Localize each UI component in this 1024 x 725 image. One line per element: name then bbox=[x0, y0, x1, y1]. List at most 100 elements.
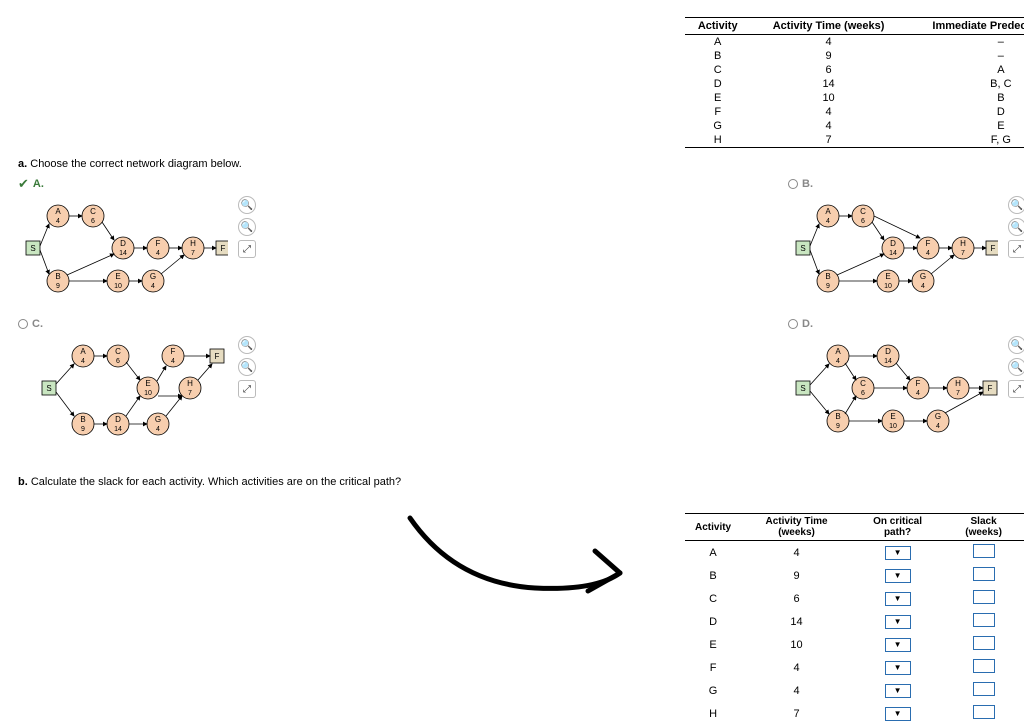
option-d[interactable]: D. S A4 D14 B9 C6 E10 F4 G4 H7 F bbox=[788, 316, 1018, 446]
slack-input[interactable] bbox=[973, 613, 995, 627]
critical-dropdown[interactable]: ▼ bbox=[885, 546, 911, 560]
zoom-in-icon[interactable]: 🔍 bbox=[1008, 336, 1024, 354]
zoom-in-icon[interactable]: 🔍 bbox=[238, 336, 256, 354]
table-row: F4 ▼ bbox=[685, 656, 1024, 679]
svg-text:6: 6 bbox=[861, 390, 865, 397]
th-time: Activity Time (weeks) bbox=[741, 514, 852, 541]
critical-dropdown[interactable]: ▼ bbox=[885, 569, 911, 583]
slack-input[interactable] bbox=[973, 659, 995, 673]
table-row: H7 ▼ bbox=[685, 702, 1024, 725]
slack-input[interactable] bbox=[973, 682, 995, 696]
critical-dropdown[interactable]: ▼ bbox=[885, 684, 911, 698]
svg-text:E: E bbox=[890, 412, 895, 421]
zoom-out-icon[interactable]: 🔍 bbox=[1008, 358, 1024, 376]
activity-table: Activity Activity Time (weeks) Immediate… bbox=[685, 17, 1024, 148]
table-row: C6 ▼ bbox=[685, 587, 1024, 610]
table-row: A4– bbox=[685, 35, 1024, 50]
svg-text:A: A bbox=[825, 207, 831, 216]
table-row: E10B bbox=[685, 91, 1024, 105]
svg-text:B: B bbox=[55, 272, 60, 281]
zoom-in-icon[interactable]: 🔍 bbox=[238, 196, 256, 214]
radio-icon bbox=[18, 319, 28, 329]
slack-table: Activity Activity Time (weeks) On critic… bbox=[685, 513, 1024, 725]
table-row: D14 ▼ bbox=[685, 610, 1024, 633]
svg-text:4: 4 bbox=[156, 250, 160, 257]
svg-text:B: B bbox=[80, 415, 85, 424]
critical-dropdown[interactable]: ▼ bbox=[885, 638, 911, 652]
radio-icon bbox=[788, 319, 798, 329]
critical-dropdown[interactable]: ▼ bbox=[885, 615, 911, 629]
svg-text:S: S bbox=[800, 384, 805, 393]
th-activity: Activity bbox=[685, 18, 750, 35]
svg-text:G: G bbox=[150, 272, 156, 281]
svg-text:B: B bbox=[825, 272, 830, 281]
svg-text:G: G bbox=[155, 415, 161, 424]
svg-text:F: F bbox=[916, 379, 921, 388]
svg-text:F: F bbox=[215, 352, 220, 361]
popout-icon[interactable]: ⤢ bbox=[1008, 240, 1024, 258]
th-pred: Immediate Predecessor(s) bbox=[907, 18, 1024, 35]
zoom-out-icon[interactable]: 🔍 bbox=[238, 358, 256, 376]
critical-dropdown[interactable]: ▼ bbox=[885, 661, 911, 675]
svg-text:H: H bbox=[187, 379, 193, 388]
slack-input[interactable] bbox=[973, 544, 995, 558]
question-b: b. Calculate the slack for each activity… bbox=[18, 476, 1024, 488]
popout-icon[interactable]: ⤢ bbox=[238, 240, 256, 258]
svg-text:B: B bbox=[835, 412, 840, 421]
svg-text:A: A bbox=[835, 347, 841, 356]
popout-icon[interactable]: ⤢ bbox=[1008, 380, 1024, 398]
option-b[interactable]: B. S A4 C6 B9 D14 E10 F4 G4 H7 F bbox=[788, 176, 1018, 306]
svg-text:C: C bbox=[90, 207, 96, 216]
svg-text:4: 4 bbox=[836, 358, 840, 365]
hand-arrow-icon bbox=[395, 513, 665, 633]
svg-text:C: C bbox=[860, 207, 866, 216]
option-a[interactable]: ✔ A. S A4 C6 B9 D14 E10 F4 G4 bbox=[18, 176, 248, 306]
option-c[interactable]: C. S A4 C6 B9 D14 E10 F4 G4 H7 F bbox=[18, 316, 248, 446]
svg-text:14: 14 bbox=[889, 250, 897, 257]
svg-text:7: 7 bbox=[956, 390, 960, 397]
svg-text:H: H bbox=[190, 239, 196, 248]
option-label: B. bbox=[802, 178, 813, 190]
slack-input[interactable] bbox=[973, 590, 995, 604]
svg-text:6: 6 bbox=[91, 218, 95, 225]
slack-input[interactable] bbox=[973, 567, 995, 581]
network-diagram-d: S A4 D14 B9 C6 E10 F4 G4 H7 F bbox=[788, 336, 998, 446]
slack-input[interactable] bbox=[973, 705, 995, 719]
svg-text:F: F bbox=[991, 244, 996, 253]
svg-text:F: F bbox=[988, 384, 993, 393]
zoom-out-icon[interactable]: 🔍 bbox=[238, 218, 256, 236]
svg-text:S: S bbox=[800, 244, 805, 253]
svg-text:6: 6 bbox=[116, 358, 120, 365]
option-label: A. bbox=[33, 178, 44, 190]
svg-text:9: 9 bbox=[81, 426, 85, 433]
svg-text:10: 10 bbox=[884, 283, 892, 290]
slack-input[interactable] bbox=[973, 636, 995, 650]
popout-icon[interactable]: ⤢ bbox=[238, 380, 256, 398]
svg-text:4: 4 bbox=[926, 250, 930, 257]
svg-text:F: F bbox=[156, 239, 161, 248]
network-diagram-a: S A4 C6 B9 D14 E10 F4 G4 H7 F bbox=[18, 196, 228, 306]
svg-text:F: F bbox=[221, 244, 226, 253]
svg-text:4: 4 bbox=[156, 426, 160, 433]
svg-text:F: F bbox=[171, 347, 176, 356]
critical-dropdown[interactable]: ▼ bbox=[885, 592, 911, 606]
svg-text:F: F bbox=[926, 239, 931, 248]
svg-text:14: 14 bbox=[119, 250, 127, 257]
svg-text:G: G bbox=[920, 272, 926, 281]
zoom-in-icon[interactable]: 🔍 bbox=[1008, 196, 1024, 214]
svg-text:D: D bbox=[115, 415, 121, 424]
svg-text:A: A bbox=[55, 207, 61, 216]
table-row: H7F, G bbox=[685, 133, 1024, 148]
svg-text:9: 9 bbox=[56, 283, 60, 290]
option-label: C. bbox=[32, 318, 43, 330]
svg-text:10: 10 bbox=[889, 423, 897, 430]
zoom-out-icon[interactable]: 🔍 bbox=[1008, 218, 1024, 236]
critical-dropdown[interactable]: ▼ bbox=[885, 707, 911, 721]
svg-text:14: 14 bbox=[114, 426, 122, 433]
th-critical: On critical path? bbox=[852, 514, 943, 541]
svg-text:G: G bbox=[935, 412, 941, 421]
svg-text:A: A bbox=[80, 347, 86, 356]
th-slack: Slack (weeks) bbox=[943, 514, 1024, 541]
table-row: A4 ▼ bbox=[685, 541, 1024, 565]
svg-text:E: E bbox=[115, 272, 120, 281]
